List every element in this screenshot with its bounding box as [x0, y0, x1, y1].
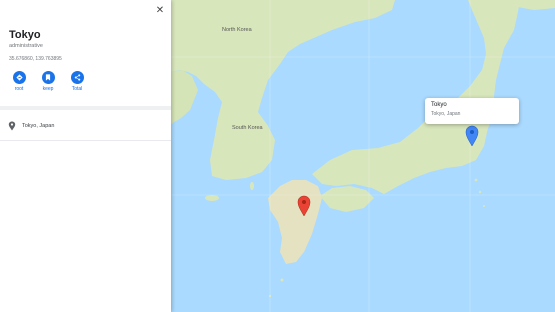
- section-divider: [0, 106, 171, 110]
- share-button[interactable]: Total: [70, 71, 84, 92]
- directions-button[interactable]: root: [12, 71, 26, 92]
- popup-subtitle: Tokyo, Japan: [431, 111, 461, 117]
- address-row[interactable]: Tokyo, Japan: [0, 115, 171, 137]
- address-text: Tokyo, Japan: [22, 123, 55, 129]
- directions-label: root: [14, 86, 24, 92]
- location-pin-icon: [8, 121, 16, 131]
- save-button[interactable]: keep: [41, 71, 55, 92]
- bookmark-icon: [41, 71, 55, 84]
- close-icon: ✕: [155, 5, 165, 16]
- close-button[interactable]: ✕: [154, 5, 166, 17]
- place-coordinates: 35.676860, 139.763895: [9, 56, 62, 62]
- share-label: Total: [71, 86, 83, 92]
- red-marker[interactable]: [297, 195, 311, 217]
- share-icon: [70, 71, 84, 84]
- directions-icon: [12, 71, 26, 84]
- place-type: administrative: [9, 43, 43, 49]
- action-bar: root keep Total: [12, 71, 84, 92]
- row-divider: [0, 140, 171, 141]
- place-panel: ✕ Tokyo administrative 35.676860, 139.76…: [0, 0, 171, 312]
- blue-marker[interactable]: [465, 125, 479, 147]
- map-popup[interactable]: Tokyo Tokyo, Japan: [425, 98, 519, 124]
- save-label: keep: [42, 86, 54, 92]
- place-title: Tokyo: [9, 29, 41, 41]
- popup-title: Tokyo: [431, 102, 447, 108]
